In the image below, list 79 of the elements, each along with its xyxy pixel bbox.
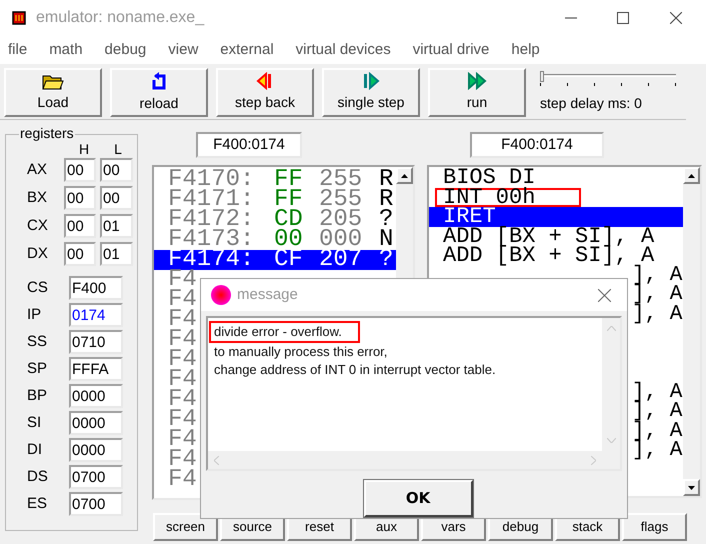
menu-item[interactable]: external: [220, 38, 274, 62]
register-field[interactable]: FFFA: [69, 357, 123, 381]
fast-forward-icon: [467, 72, 487, 90]
register-field[interactable]: 00: [64, 214, 96, 238]
scroll-up-button[interactable]: [396, 167, 413, 184]
register-field[interactable]: 0000: [69, 411, 123, 435]
menu-item[interactable]: view: [168, 38, 198, 62]
register-label: ES: [26, 494, 48, 514]
register-label: DI: [26, 440, 43, 460]
up-arrow-icon: [401, 174, 408, 178]
ok-button[interactable]: OK: [364, 480, 472, 517]
toolbar-button[interactable]: reload: [110, 68, 208, 117]
menu-item[interactable]: math: [49, 38, 83, 62]
group-title: registers: [19, 126, 75, 140]
register-label: SI: [26, 412, 42, 433]
toolbar-button[interactable]: step back: [216, 68, 314, 117]
register-field[interactable]: 00: [64, 158, 96, 182]
window-title: emulator: noname.exe_: [36, 8, 204, 28]
register-field[interactable]: 00: [64, 186, 96, 210]
disassembly-line[interactable]: ADD [BX + SI], A: [429, 246, 683, 266]
register-field[interactable]: 01: [100, 214, 133, 238]
register-label: SP: [26, 358, 48, 379]
menu-item[interactable]: virtual devices: [296, 38, 391, 62]
toolbar-button[interactable]: run: [428, 68, 526, 117]
toolbar-button[interactable]: single step: [322, 68, 420, 117]
register-field[interactable]: 00: [100, 186, 133, 210]
register-field[interactable]: 0700: [69, 465, 123, 489]
register-field[interactable]: 0000: [69, 438, 123, 462]
register-field[interactable]: 01: [100, 242, 133, 266]
register-label: IP: [26, 304, 42, 325]
register-label: DS: [26, 466, 49, 487]
close-icon[interactable]: [598, 288, 611, 302]
message-line: to manually process this error,: [213, 343, 388, 361]
menu-item[interactable]: debug: [104, 38, 146, 62]
memory-row[interactable]: F4172: CD 205 ?: [154, 210, 396, 230]
register-field[interactable]: 0174: [69, 303, 123, 327]
column-header: H: [78, 142, 90, 156]
step-back-icon: [256, 72, 274, 90]
maximize-icon[interactable]: [617, 12, 629, 24]
message-line: change address of INT 0 in interrupt vector table.: [213, 361, 496, 379]
panel-button[interactable]: screen: [153, 513, 218, 541]
toolbar-button[interactable]: Load: [4, 68, 102, 117]
menu-item[interactable]: virtual drive: [412, 38, 490, 62]
menu-item[interactable]: help: [511, 38, 540, 62]
register-label: AX: [26, 160, 48, 180]
up-arrow-icon: [688, 174, 695, 178]
menu-item[interactable]: file: [8, 38, 28, 62]
step-icon: [362, 72, 380, 90]
register-label: DX: [26, 244, 49, 264]
scroll-up-button[interactable]: [683, 167, 700, 184]
scroll-down-button[interactable]: [683, 479, 700, 496]
register-label: SS: [26, 332, 48, 352]
chip-icon: [11, 10, 27, 26]
memory-row[interactable]: F4173: 00 000 N: [154, 230, 396, 250]
register-field[interactable]: 00: [100, 158, 133, 182]
register-label: BX: [26, 188, 48, 208]
memory-row[interactable]: F4170: FF 255 R: [154, 170, 396, 190]
close-icon[interactable]: [670, 12, 682, 24]
register-field[interactable]: F400: [69, 276, 123, 300]
register-label: CS: [26, 278, 49, 298]
disassembly-line[interactable]: ADD [BX + SI], A: [429, 226, 683, 246]
register-label: BP: [26, 386, 48, 406]
register-label: CX: [26, 216, 49, 236]
column-header: L: [113, 142, 123, 156]
register-field[interactable]: 0710: [69, 330, 123, 354]
register-field[interactable]: 0700: [69, 492, 123, 516]
delay-label: step delay ms: 0: [540, 94, 643, 113]
dialog-title: message: [237, 284, 298, 305]
slider-thumb[interactable]: [540, 71, 544, 82]
memory-row[interactable]: F4171: FF 255 R: [154, 190, 396, 210]
address-field[interactable]: F400:0174: [470, 132, 604, 158]
register-field[interactable]: 0000: [69, 384, 123, 408]
delay-slider[interactable]: [540, 71, 676, 87]
address-field[interactable]: F400:0174: [196, 132, 302, 158]
panel-button[interactable]: flags: [622, 513, 687, 541]
refresh-icon: [150, 71, 168, 91]
disassembly-line[interactable]: BIOS DI: [429, 168, 683, 188]
down-arrow-icon: [688, 486, 695, 490]
register-field[interactable]: 00: [64, 242, 96, 266]
